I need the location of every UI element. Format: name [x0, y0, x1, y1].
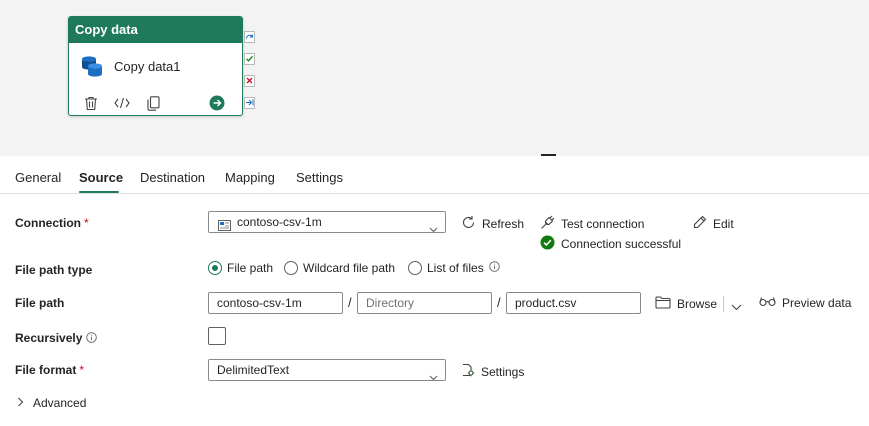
- required-marker: *: [79, 363, 85, 377]
- connection-value: contoso-csv-1m: [237, 215, 322, 229]
- edit-connection-button[interactable]: Edit: [693, 215, 734, 232]
- path-separator: /: [497, 295, 501, 310]
- glasses-icon: [759, 296, 776, 310]
- copy-icon[interactable]: [144, 94, 162, 112]
- settings-icon: [461, 363, 475, 380]
- file-format-value: DelimitedText: [217, 363, 290, 377]
- code-icon[interactable]: [113, 94, 131, 112]
- browse-chevron-down-icon[interactable]: [731, 300, 742, 314]
- chevron-right-icon: [17, 396, 24, 410]
- file-format-select[interactable]: DelimitedText: [208, 359, 446, 381]
- radio-checked: [208, 261, 222, 275]
- connection-status: Connection successful: [540, 235, 681, 253]
- info-icon[interactable]: [488, 261, 500, 275]
- panel-resize-handle[interactable]: [541, 154, 556, 156]
- pipeline-canvas[interactable]: Copy data Copy data1: [0, 0, 869, 156]
- skip-port-icon[interactable]: [244, 31, 255, 43]
- activity-header: Copy data: [69, 17, 242, 43]
- pencil-icon: [693, 215, 707, 232]
- tab-destination[interactable]: Destination: [140, 170, 205, 185]
- chevron-down-icon: [429, 367, 438, 387]
- copy-data-activity[interactable]: Copy data Copy data1: [68, 16, 243, 116]
- radio-file-path[interactable]: File path: [208, 261, 273, 275]
- radio-wildcard-file-path[interactable]: Wildcard file path: [284, 261, 395, 275]
- folder-icon: [655, 296, 671, 312]
- radio-unchecked: [284, 261, 298, 275]
- complete-port-icon[interactable]: [244, 97, 255, 109]
- database-icon: [80, 54, 104, 81]
- go-icon[interactable]: [208, 94, 226, 112]
- radio-list-of-files[interactable]: List of files: [408, 261, 500, 275]
- directory-input[interactable]: Directory: [357, 292, 492, 314]
- tab-general[interactable]: General: [15, 170, 61, 185]
- success-check-icon: [540, 235, 555, 253]
- recursively-label: Recursively: [15, 331, 98, 345]
- browse-button[interactable]: Browse: [655, 296, 717, 312]
- file-format-label: File format *: [15, 363, 85, 377]
- file-format-settings-button[interactable]: Settings: [461, 363, 524, 380]
- tab-settings[interactable]: Settings: [296, 170, 343, 185]
- info-icon[interactable]: [86, 332, 98, 343]
- tab-source[interactable]: Source: [79, 170, 123, 185]
- plug-icon: [540, 215, 555, 233]
- recursively-checkbox[interactable]: [208, 327, 226, 345]
- browse-divider: [723, 296, 724, 312]
- fail-port-icon[interactable]: [244, 75, 255, 87]
- advanced-expander[interactable]: Advanced: [17, 396, 86, 410]
- connection-label: Connection *: [15, 216, 89, 230]
- connection-select[interactable]: contoso-csv-1m: [208, 211, 446, 233]
- file-path-label: File path: [15, 296, 65, 310]
- container-input[interactable]: contoso-csv-1m: [208, 292, 343, 314]
- chevron-down-icon: [429, 219, 438, 239]
- file-name-input[interactable]: product.csv: [506, 292, 641, 314]
- delete-icon[interactable]: [82, 94, 100, 112]
- refresh-icon: [461, 215, 476, 233]
- activity-name: Copy data1: [114, 59, 181, 74]
- active-tab-indicator: [79, 191, 119, 193]
- required-marker: *: [84, 216, 89, 230]
- tab-mapping[interactable]: Mapping: [225, 170, 275, 185]
- success-port-icon[interactable]: [244, 53, 255, 65]
- refresh-button[interactable]: Refresh: [461, 215, 524, 233]
- radio-unchecked: [408, 261, 422, 275]
- connection-type-icon: [218, 217, 231, 237]
- test-connection-button[interactable]: Test connection: [540, 215, 644, 233]
- properties-tabs: General Source Destination Mapping Setti…: [0, 158, 869, 194]
- path-separator: /: [348, 295, 352, 310]
- file-path-type-label: File path type: [15, 263, 93, 277]
- preview-data-button[interactable]: Preview data: [759, 296, 851, 310]
